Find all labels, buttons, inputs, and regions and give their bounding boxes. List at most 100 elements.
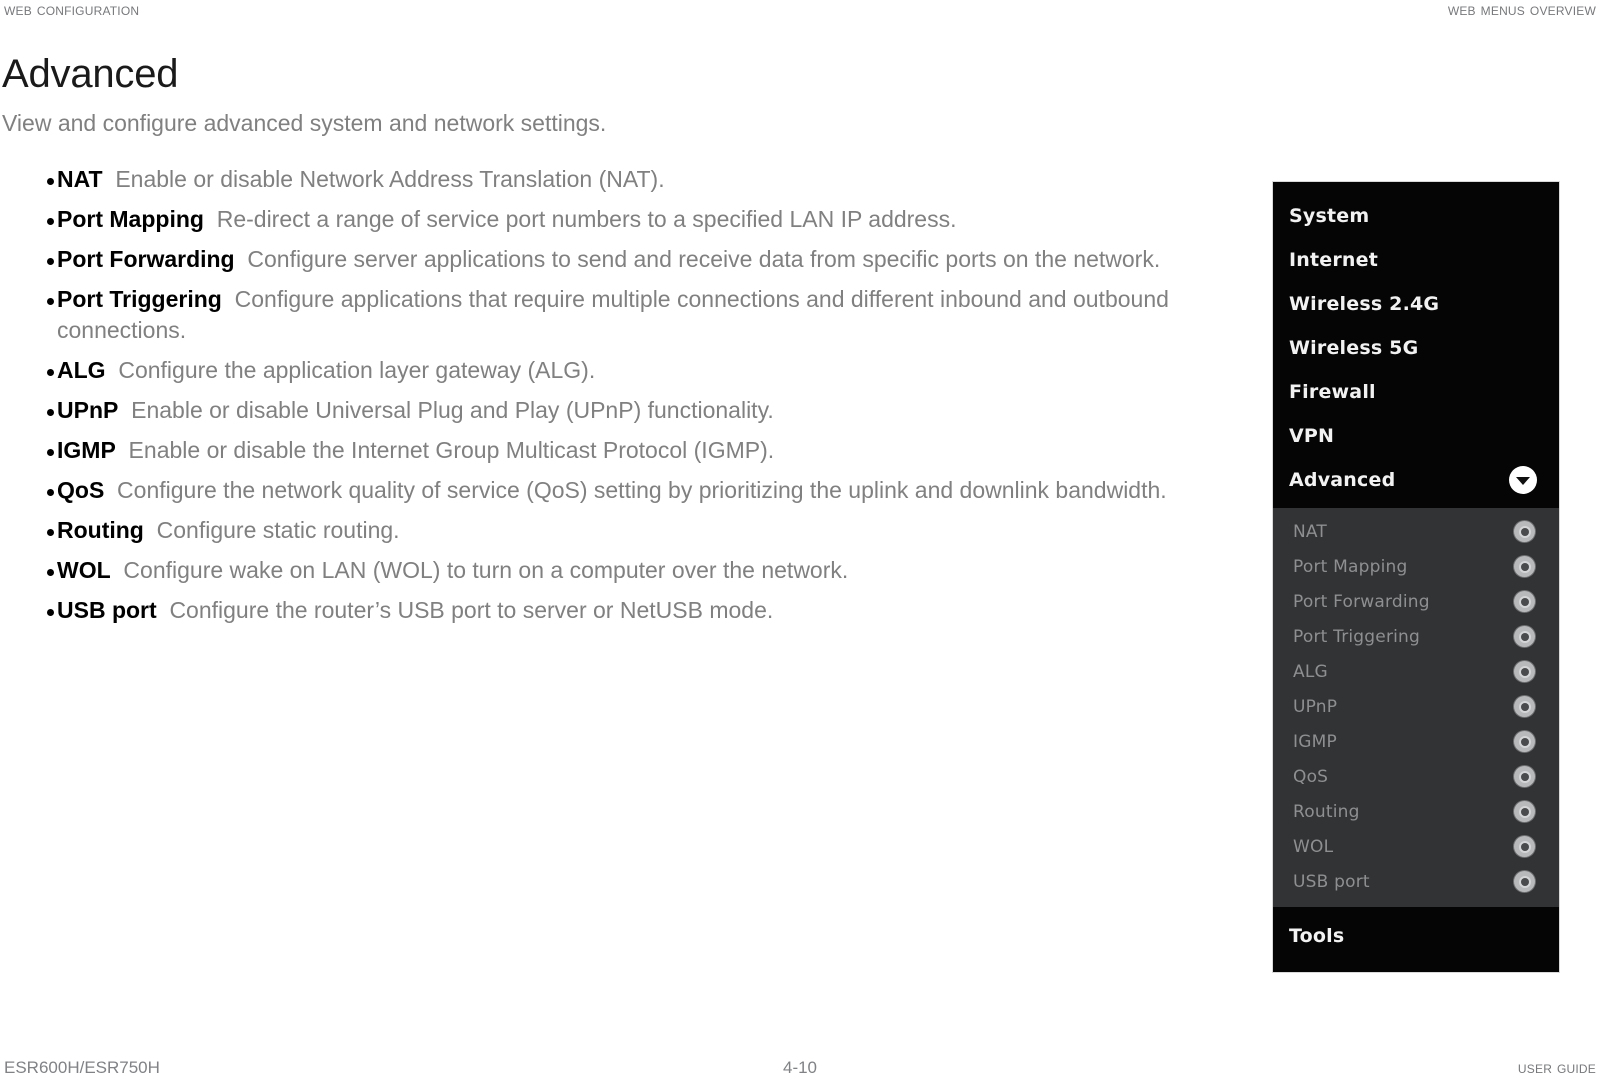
submenu-item-routing[interactable]: Routing	[1273, 794, 1559, 829]
submenu-item-label: QoS	[1293, 766, 1329, 787]
submenu-item-igmp[interactable]: IGMP	[1273, 724, 1559, 759]
list-item-description: Configure the application layer gateway …	[105, 357, 596, 383]
running-header: Web Configuration Web Menus Overview	[0, 0, 1600, 26]
menu-item-advanced[interactable]: Advanced	[1273, 458, 1559, 502]
submenu-item-qos[interactable]: QoS	[1273, 759, 1559, 794]
gear-icon[interactable]	[1514, 556, 1535, 577]
menu-item-tools[interactable]: Tools	[1273, 914, 1559, 958]
list-item-description: Configure server applications to send an…	[234, 246, 1161, 272]
submenu-item-label: IGMP	[1293, 731, 1337, 752]
list-item-term: USB port	[57, 597, 157, 623]
list-item: Port Forwarding Configure server applica…	[2, 244, 1247, 275]
gear-icon[interactable]	[1514, 626, 1535, 647]
gear-icon-center	[1520, 597, 1529, 606]
page-title: Advanced	[2, 52, 179, 96]
list-item-term: QoS	[57, 477, 105, 503]
list-item-description: Configure the router’s USB port to serve…	[156, 597, 774, 623]
menu-item-wireless-5g[interactable]: Wireless 5G	[1273, 326, 1559, 370]
main-content: Advanced View and configure advanced sys…	[2, 52, 1247, 635]
list-item-description: Enable or disable Universal Plug and Pla…	[118, 397, 774, 423]
list-item-description: Configure static routing.	[143, 517, 400, 543]
gear-icon[interactable]	[1514, 661, 1535, 682]
menu-item-label: Wireless 2.4G	[1289, 293, 1440, 315]
chevron-down-glyph	[1516, 476, 1530, 485]
submenu-item-upnp[interactable]: UPnP	[1273, 689, 1559, 724]
submenu-item-port-forwarding[interactable]: Port Forwarding	[1273, 584, 1559, 619]
gear-icon-center	[1520, 527, 1529, 536]
menu-item-firewall[interactable]: Firewall	[1273, 370, 1559, 414]
gear-icon[interactable]	[1514, 591, 1535, 612]
menu-item-label: Wireless 5G	[1289, 337, 1419, 359]
gear-icon[interactable]	[1514, 801, 1535, 822]
gear-icon-center	[1520, 772, 1529, 781]
router-menu-figure: System Internet Wireless 2.4G Wireless 5G Fi…	[1272, 181, 1560, 973]
list-item-term: Port Forwarding	[57, 246, 235, 272]
list-item-term: Port Triggering	[57, 286, 222, 312]
gear-icon[interactable]	[1514, 731, 1535, 752]
list-item-term: WOL	[57, 557, 111, 583]
list-item-description: Configure wake on LAN (WOL) to turn on a…	[110, 557, 849, 583]
list-item-description: Configure the network quality of service…	[104, 477, 1167, 503]
list-item: ALG Configure the application layer gate…	[2, 355, 1247, 386]
menu-item-label: Tools	[1289, 925, 1345, 947]
feature-list: NAT Enable or disable Network Address Tr…	[2, 164, 1247, 626]
menu-item-label: Internet	[1289, 249, 1379, 271]
submenu-item-label: Port Mapping	[1293, 556, 1408, 577]
footer-document-type: User Guide	[1517, 1058, 1596, 1077]
submenu-item-nat[interactable]: NAT	[1273, 514, 1559, 549]
gear-icon-center	[1520, 667, 1529, 676]
list-item-description: Configure applications that require mult…	[57, 286, 1169, 343]
gear-icon-center	[1520, 702, 1529, 711]
submenu-item-label: Routing	[1293, 801, 1360, 822]
header-right-title: Web Menus Overview	[1447, 0, 1596, 19]
gear-icon[interactable]	[1514, 696, 1535, 717]
list-item: USB port Configure the router’s USB port…	[2, 595, 1247, 626]
list-item: Routing Configure static routing.	[2, 515, 1247, 546]
gear-icon-center	[1520, 877, 1529, 886]
list-item: NAT Enable or disable Network Address Tr…	[2, 164, 1247, 195]
menu-item-label: VPN	[1289, 425, 1335, 447]
gear-icon-center	[1520, 562, 1529, 571]
menu-bottom-group: Tools	[1273, 907, 1559, 972]
submenu-item-port-mapping[interactable]: Port Mapping	[1273, 549, 1559, 584]
menu-item-label: Firewall	[1289, 381, 1376, 403]
menu-top-level-group: System Internet Wireless 2.4G Wireless 5G Fi…	[1273, 182, 1559, 508]
menu-item-label: Advanced	[1289, 469, 1396, 491]
gear-icon[interactable]	[1514, 836, 1535, 857]
submenu-item-usb-port[interactable]: USB port	[1273, 864, 1559, 899]
gear-icon[interactable]	[1514, 766, 1535, 787]
menu-item-label: System	[1289, 205, 1370, 227]
list-item: Port Triggering Configure applications t…	[2, 284, 1247, 346]
list-item: WOL Configure wake on LAN (WOL) to turn …	[2, 555, 1247, 586]
list-item-description: Re-direct a range of service port number…	[203, 206, 957, 232]
list-item-term: ALG	[57, 357, 106, 383]
submenu-item-label: NAT	[1293, 521, 1328, 542]
gear-icon[interactable]	[1514, 871, 1535, 892]
header-left-title: Web Configuration	[4, 0, 140, 19]
chevron-down-icon[interactable]	[1509, 466, 1537, 494]
submenu-item-port-triggering[interactable]: Port Triggering	[1273, 619, 1559, 654]
submenu-item-wol[interactable]: WOL	[1273, 829, 1559, 864]
list-item-term: NAT	[57, 166, 103, 192]
gear-icon-center	[1520, 807, 1529, 816]
menu-item-wireless-2-4g[interactable]: Wireless 2.4G	[1273, 282, 1559, 326]
submenu-item-label: UPnP	[1293, 696, 1338, 717]
gear-icon-center	[1520, 842, 1529, 851]
gear-icon[interactable]	[1514, 521, 1535, 542]
list-item-term: IGMP	[57, 437, 116, 463]
page-intro: View and configure advanced system and n…	[2, 110, 607, 136]
submenu-item-label: WOL	[1293, 836, 1334, 857]
list-item-description: Enable or disable Network Address Transl…	[102, 166, 665, 192]
menu-item-vpn[interactable]: VPN	[1273, 414, 1559, 458]
list-item: Port Mapping Re-direct a range of servic…	[2, 204, 1247, 235]
submenu-item-label: Port Triggering	[1293, 626, 1421, 647]
menu-item-internet[interactable]: Internet	[1273, 238, 1559, 282]
submenu-item-alg[interactable]: ALG	[1273, 654, 1559, 689]
footer-model-name: ESR600H/ESR750H	[4, 1058, 160, 1077]
list-item-term: Routing	[57, 517, 144, 543]
list-item: IGMP Enable or disable the Internet Grou…	[2, 435, 1247, 466]
footer-page-number: 4-10	[782, 1058, 818, 1077]
page-footer: ESR600H/ESR750H 4-10 User Guide	[0, 1055, 1600, 1081]
menu-item-system[interactable]: System	[1273, 194, 1559, 238]
submenu-item-label: Port Forwarding	[1293, 591, 1430, 612]
